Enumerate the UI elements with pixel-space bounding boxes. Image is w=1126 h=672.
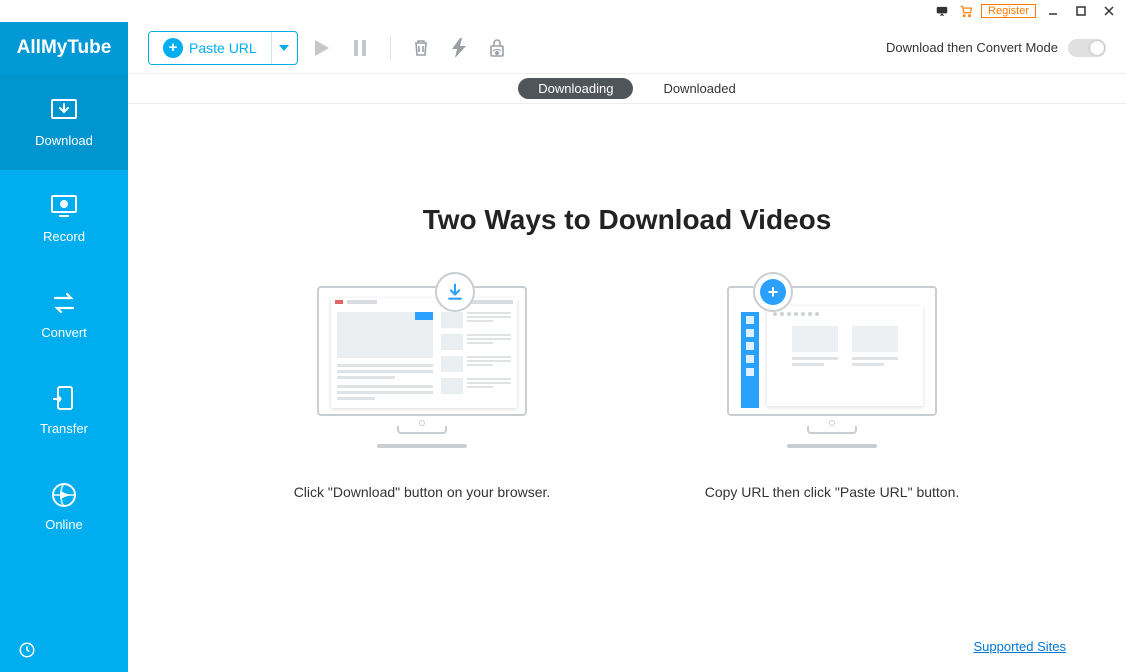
app-logo: AllMyTube [0, 22, 128, 74]
close-button[interactable] [1098, 3, 1120, 19]
record-icon [47, 193, 81, 221]
sidebar-item-record[interactable]: Record [0, 170, 128, 266]
paste-url-dropdown[interactable] [271, 32, 297, 64]
app-window: Register AllMyTube Download [0, 0, 1126, 672]
instruction-cards: Click "Download" button on your browser. [168, 286, 1086, 503]
sidebar-item-transfer[interactable]: Transfer [0, 362, 128, 458]
convert-mode-toggle[interactable] [1068, 39, 1106, 57]
cart-icon[interactable] [957, 4, 975, 18]
trash-icon[interactable] [407, 34, 435, 62]
download-arrow-icon [435, 272, 475, 312]
plus-circle-icon: + [163, 38, 183, 58]
sidebar-footer [0, 632, 128, 672]
card-caption: Click "Download" button on your browser. [294, 482, 551, 503]
sidebar-item-label: Convert [41, 325, 87, 340]
toolbar-right: Download then Convert Mode [886, 39, 1106, 57]
headline: Two Ways to Download Videos [168, 204, 1086, 236]
toolbar-separator [390, 36, 391, 60]
download-icon [47, 97, 81, 125]
main-area: + Paste URL [128, 22, 1126, 672]
tab-downloaded[interactable]: Downloaded [663, 81, 735, 96]
monitor-illustration [312, 286, 532, 456]
instruction-card-paste-url: + Copy URL then click "Paste URL" button… [692, 286, 972, 503]
mode-label: Download then Convert Mode [886, 40, 1058, 55]
transfer-icon [47, 385, 81, 413]
register-button[interactable]: Register [981, 4, 1036, 18]
sidebar-item-label: Record [43, 229, 85, 244]
clock-icon[interactable] [18, 641, 36, 664]
plus-badge-icon: + [753, 272, 793, 312]
paste-url-label: Paste URL [189, 40, 257, 56]
titlebar: Register [0, 0, 1126, 22]
lock-eye-icon[interactable] [483, 34, 511, 62]
tabs-row: Downloading Downloaded [128, 74, 1126, 104]
online-icon [47, 481, 81, 509]
sidebar-item-label: Transfer [40, 421, 88, 436]
tab-downloading[interactable]: Downloading [518, 78, 633, 99]
instruction-card-browser: Click "Download" button on your browser. [282, 286, 562, 503]
sidebar: AllMyTube Download Record [0, 22, 128, 672]
paste-url-button[interactable]: + Paste URL [149, 32, 271, 64]
monitor-illustration: + [722, 286, 942, 456]
convert-icon [47, 289, 81, 317]
sidebar-item-label: Download [35, 133, 93, 148]
maximize-button[interactable] [1070, 3, 1092, 19]
sidebar-item-online[interactable]: Online [0, 458, 128, 554]
sidebar-item-convert[interactable]: Convert [0, 266, 128, 362]
toolbar: + Paste URL [128, 22, 1126, 74]
lightning-icon[interactable] [445, 34, 473, 62]
supported-sites-link[interactable]: Supported Sites [973, 639, 1066, 654]
paste-url-group: + Paste URL [148, 31, 298, 65]
pause-icon [346, 34, 374, 62]
card-caption: Copy URL then click "Paste URL" button. [705, 482, 960, 503]
play-icon [308, 34, 336, 62]
sidebar-item-label: Online [45, 517, 83, 532]
content-area: Two Ways to Download Videos [128, 104, 1126, 672]
sidebar-item-download[interactable]: Download [0, 74, 128, 170]
sidebar-nav: Download Record Convert [0, 74, 128, 632]
minimize-button[interactable] [1042, 3, 1064, 19]
chat-icon[interactable] [933, 4, 951, 18]
